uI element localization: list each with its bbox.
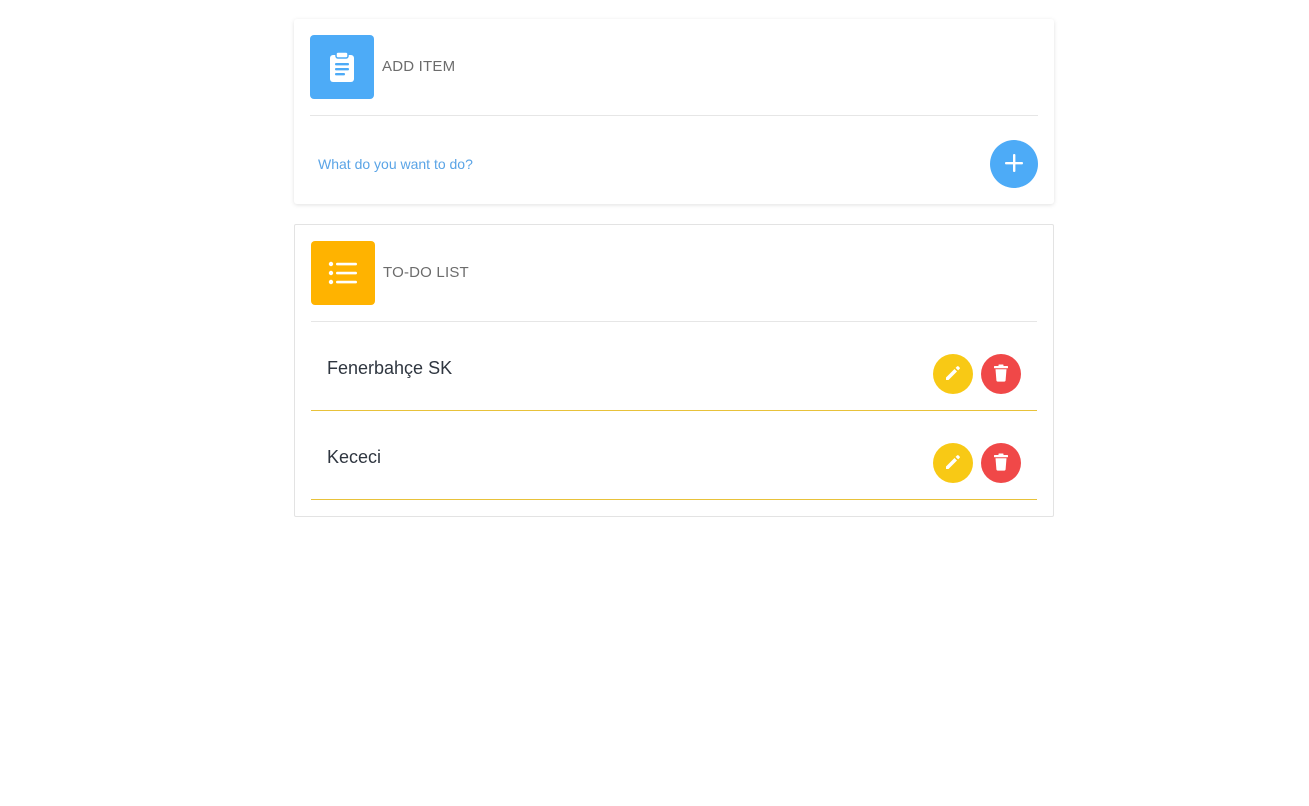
todo-list-card: TO-DO LIST Fenerbahçe SK Kececi — [294, 224, 1054, 517]
clipboard-icon — [310, 35, 374, 99]
todo-list-title: TO-DO LIST — [383, 264, 469, 281]
edit-button[interactable] — [933, 354, 973, 394]
todo-item: Fenerbahçe SK — [311, 322, 1037, 411]
pencil-icon — [944, 453, 962, 474]
edit-button[interactable] — [933, 443, 973, 483]
add-item-card: ADD ITEM — [294, 19, 1054, 204]
list-icon — [311, 241, 375, 305]
page: ADD ITEM What do you want to do? TO-DO L… — [0, 0, 1309, 806]
plus-icon — [1004, 153, 1024, 176]
trash-icon — [993, 453, 1009, 474]
todo-input[interactable] — [310, 148, 986, 180]
delete-button[interactable] — [981, 443, 1021, 483]
add-button[interactable] — [990, 140, 1038, 188]
todo-item: Kececi — [311, 411, 1037, 500]
add-item-title: ADD ITEM — [382, 58, 456, 75]
todo-list-header: TO-DO LIST — [311, 241, 1037, 322]
delete-button[interactable] — [981, 354, 1021, 394]
pencil-icon — [944, 364, 962, 385]
todo-item-text: Kececi — [327, 447, 382, 467]
add-item-header: ADD ITEM — [310, 35, 1038, 116]
todo-item-text: Fenerbahçe SK — [327, 358, 453, 378]
add-item-row — [310, 140, 1038, 188]
trash-icon — [993, 364, 1009, 385]
